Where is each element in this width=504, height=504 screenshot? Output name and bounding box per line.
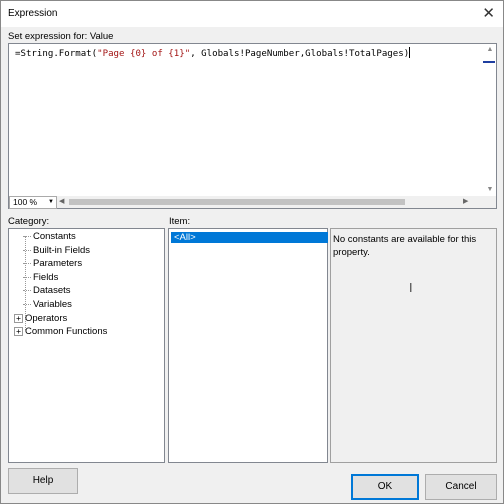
scroll-right-arrow-icon[interactable]: ▶: [463, 196, 468, 208]
code-suffix: , Globals!PageNumber,Globals!TotalPages): [190, 49, 410, 59]
category-item-parameters[interactable]: Parameters: [23, 258, 82, 269]
text-caret: [409, 47, 411, 58]
close-icon[interactable]: ✕: [482, 4, 495, 22]
text-cursor-icon: I: [409, 281, 413, 295]
expression-dialog: Expression ✕ Set expression for: Value =…: [0, 0, 504, 504]
scroll-down-arrow-icon[interactable]: ▼: [484, 184, 496, 196]
vertical-scrollbar[interactable]: [484, 56, 496, 184]
item-list[interactable]: <All>: [168, 228, 328, 463]
description-text: No constants are available for this prop…: [333, 234, 477, 258]
expression-code[interactable]: =String.Format("Page {0} of {1}", Global…: [15, 47, 411, 59]
category-item-datasets[interactable]: Datasets: [23, 285, 71, 296]
category-label: Category:: [8, 216, 50, 227]
expand-plus-icon[interactable]: +: [14, 326, 23, 336]
expression-label: Set expression for: Value: [8, 31, 114, 42]
window-title: Expression: [8, 8, 58, 19]
zoom-dropdown[interactable]: 100 % ▼: [9, 196, 57, 209]
category-item-common-functions[interactable]: + Common Functions: [14, 326, 107, 337]
scroll-left-arrow-icon[interactable]: ◀: [59, 196, 64, 208]
category-item-built-in-fields[interactable]: Built-in Fields: [23, 245, 90, 256]
editor-bottom-bar: 100 % ▼ ◀ ▶: [9, 196, 496, 209]
code-prefix: =String.Format(: [15, 49, 98, 59]
item-label: Item:: [169, 216, 191, 227]
help-button[interactable]: Help: [8, 468, 78, 494]
description-panel: No constants are available for this prop…: [330, 228, 497, 463]
cancel-button[interactable]: Cancel: [425, 474, 497, 500]
zoom-value: 100 %: [13, 197, 38, 207]
code-string: "Page {0} of {1}": [97, 49, 191, 59]
item-all-selected[interactable]: <All>: [171, 232, 328, 243]
scroll-up-arrow-icon[interactable]: ▲: [484, 44, 496, 56]
chevron-down-icon: ▼: [48, 199, 54, 205]
horizontal-scroll-thumb[interactable]: [69, 199, 405, 205]
category-item-constants[interactable]: Constants: [23, 231, 76, 242]
title-bar: Expression ✕: [1, 1, 503, 27]
ok-button[interactable]: OK: [351, 474, 419, 500]
category-tree[interactable]: Constants Built-in Fields Parameters Fie…: [8, 228, 165, 463]
expand-plus-icon[interactable]: +: [14, 313, 23, 323]
category-item-operators[interactable]: + Operators: [14, 313, 67, 324]
category-item-variables[interactable]: Variables: [23, 299, 72, 310]
category-item-fields[interactable]: Fields: [23, 272, 58, 283]
expression-editor[interactable]: =String.Format("Page {0} of {1}", Global…: [8, 43, 497, 209]
